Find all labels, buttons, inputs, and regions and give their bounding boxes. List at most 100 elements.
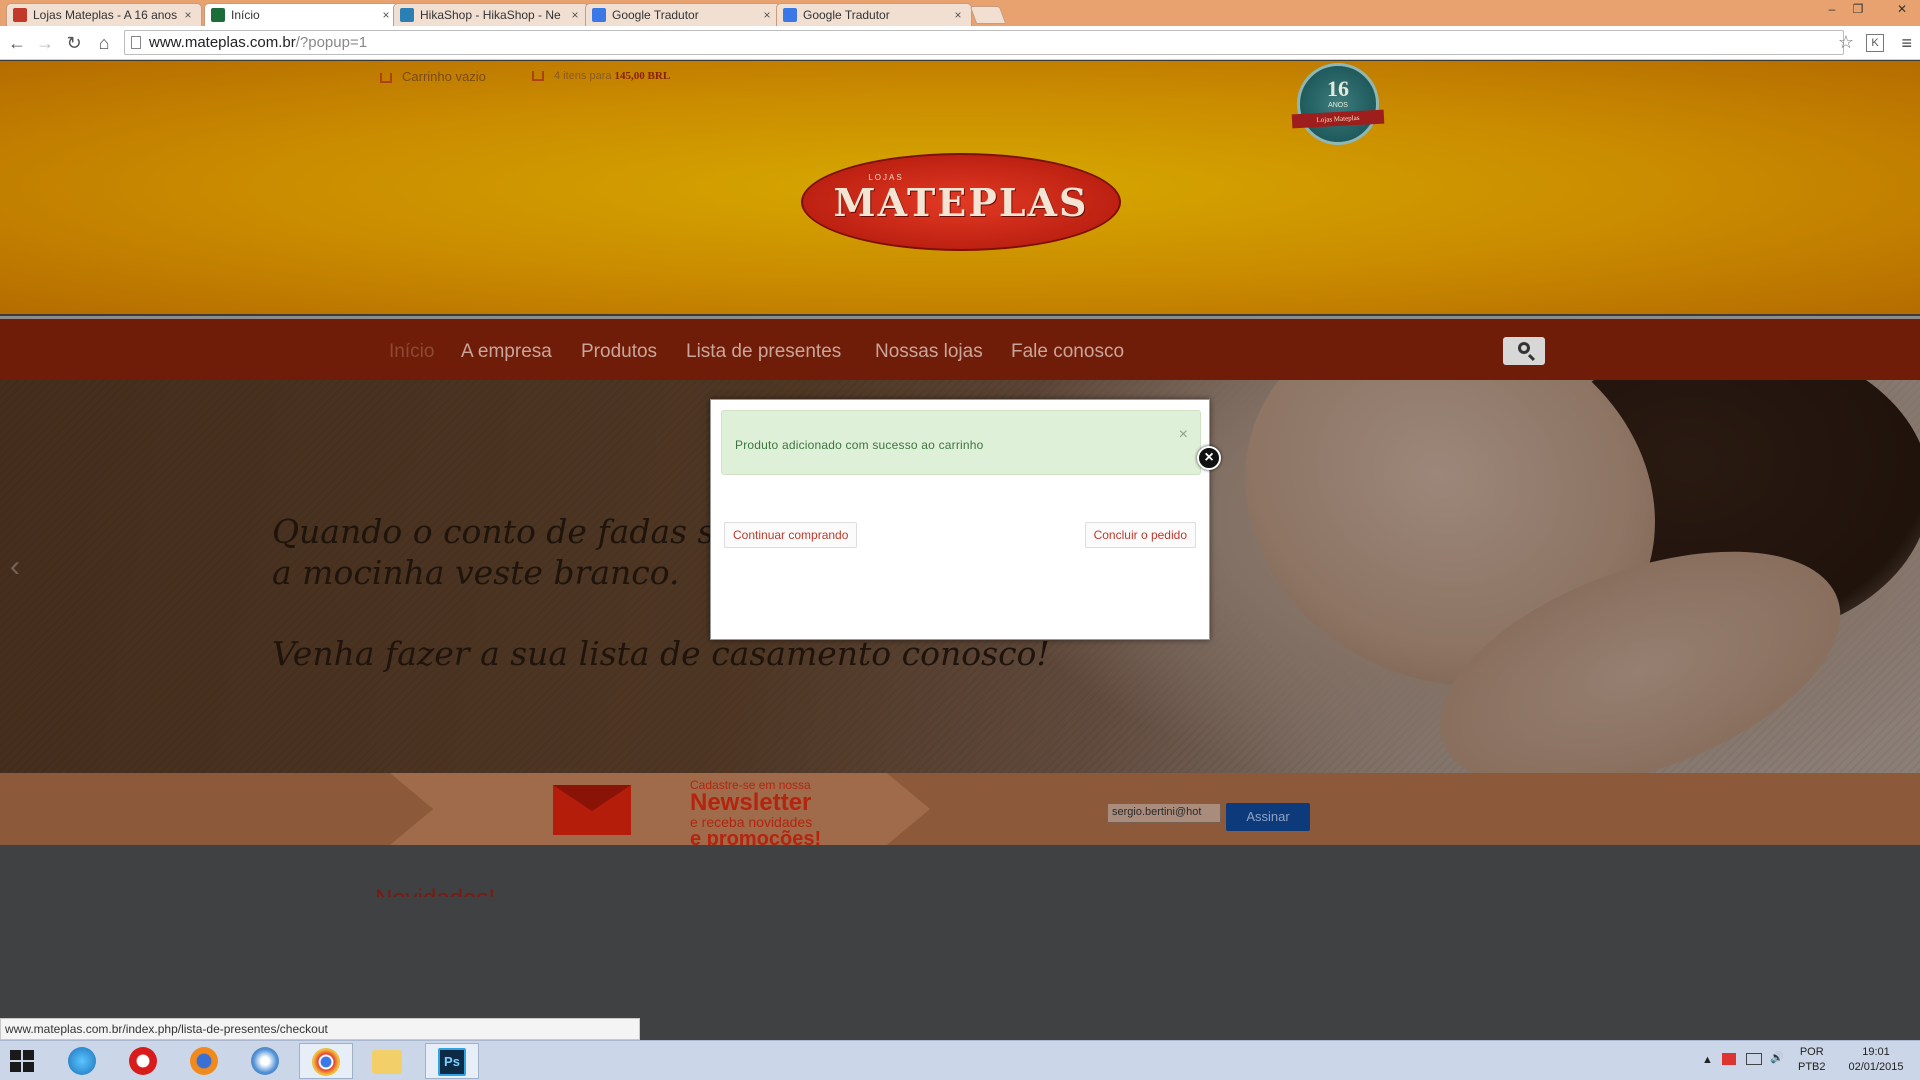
bookmark-star-icon[interactable]: ☆ — [1838, 32, 1854, 53]
clock-time: 19:01 — [1862, 1046, 1890, 1058]
popup-close-icon[interactable]: × — [1197, 446, 1221, 470]
tab-label: Lojas Mateplas - A 16 anos — [33, 8, 178, 22]
start-button[interactable] — [10, 1050, 36, 1074]
minimize-icon[interactable]: – — [1818, 2, 1846, 16]
photoshop-label: Ps — [438, 1048, 466, 1076]
cart-icon — [380, 72, 392, 83]
continue-shopping-button[interactable]: Continuar comprando — [724, 522, 858, 548]
chrome-icon[interactable] — [299, 1043, 353, 1079]
newsletter-submit-button[interactable]: Assinar — [1226, 803, 1310, 831]
cart-summary-price: 145,00 BRL — [614, 70, 671, 82]
tray-expand-icon[interactable]: ▲ — [1702, 1053, 1713, 1068]
site-favicon-icon — [211, 8, 225, 22]
tab-close-icon[interactable]: × — [379, 8, 393, 22]
clock[interactable]: 19:01 02/01/2015 — [1840, 1045, 1912, 1075]
main-nav: Início A empresa Produtos Lista de prese… — [0, 316, 1920, 380]
cart-empty-label: Carrinho vazio — [402, 69, 486, 84]
newsletter-line-3: e receba novidades — [690, 814, 813, 830]
safari-icon[interactable] — [238, 1043, 292, 1079]
hero-text-line-1: Quando o conto de fadas se to — [272, 512, 778, 551]
novidades-heading: Novidades! — [375, 885, 495, 897]
tab-close-icon[interactable]: × — [568, 8, 582, 22]
url-path: /?popup=1 — [295, 34, 368, 51]
address-bar[interactable]: www.mateplas.com.br/?popup=1 — [124, 30, 1844, 55]
browser-status-bar: www.mateplas.com.br/index.php/lista-de-p… — [0, 1018, 640, 1040]
page-icon — [131, 36, 141, 49]
tab-label: Google Tradutor — [803, 8, 890, 22]
extension-icon[interactable]: K — [1866, 34, 1884, 52]
seal-ribbon: Lojas Mateplas — [1291, 109, 1385, 129]
photoshop-icon[interactable]: Ps — [425, 1043, 479, 1079]
seal-sub: ANOS — [1328, 102, 1348, 109]
success-message: Produto adicionado com sucesso ao carrin… — [735, 438, 984, 452]
language-bottom: PTB2 — [1798, 1061, 1826, 1073]
firefox-icon[interactable] — [177, 1043, 231, 1079]
cart-summary-prefix: 4 itens para — [554, 70, 612, 82]
network-icon[interactable] — [1746, 1053, 1762, 1065]
tab-label: Google Tradutor — [612, 8, 699, 22]
slider-prev-icon[interactable]: ‹ — [10, 550, 20, 584]
browser-tab[interactable]: Lojas Mateplas - A 16 anos × — [6, 3, 202, 26]
search-button[interactable] — [1503, 337, 1545, 365]
browser-tab[interactable]: Google Tradutor × — [585, 3, 781, 26]
tab-close-icon[interactable]: × — [181, 8, 195, 22]
nav-item-inicio[interactable]: Início — [389, 341, 434, 363]
newsletter-email-input[interactable]: sergio.bertini@hot — [1107, 803, 1221, 823]
newsletter-text: Cadastre-se em nossa Newsletter e receba… — [690, 779, 821, 849]
envelope-icon — [553, 785, 631, 835]
novidades-section: Novidades! — [0, 845, 1920, 1040]
clock-date: 02/01/2015 — [1848, 1061, 1904, 1073]
browser-tab[interactable]: Google Tradutor × — [776, 3, 972, 26]
success-alert: Produto adicionado com sucesso ao carrin… — [721, 410, 1201, 475]
nav-item-produtos[interactable]: Produtos — [581, 341, 657, 363]
newsletter-line-2: Newsletter — [690, 789, 812, 816]
google-translate-favicon-icon — [592, 8, 606, 22]
cart-popup: Produto adicionado com sucesso ao carrin… — [710, 399, 1210, 640]
file-explorer-icon[interactable] — [360, 1043, 414, 1079]
internet-explorer-icon[interactable] — [55, 1043, 109, 1079]
logo-text: MATEPLAS — [833, 180, 1089, 225]
back-icon[interactable]: ← — [6, 32, 28, 54]
restore-icon[interactable]: ❐ — [1844, 2, 1872, 16]
tab-close-icon[interactable]: × — [951, 8, 965, 22]
opera-icon[interactable] — [116, 1043, 170, 1079]
action-center-flag-icon[interactable] — [1722, 1053, 1736, 1065]
volume-icon[interactable]: 🔊 — [1770, 1051, 1784, 1066]
cart-summary-link[interactable]: 4 itens para 145,00 BRL — [532, 70, 670, 82]
alert-dismiss-icon[interactable]: × — [1179, 426, 1188, 444]
reload-icon[interactable]: ↻ — [63, 32, 85, 54]
nav-item-lista-de-presentes[interactable]: Lista de presentes — [686, 341, 841, 363]
browser-toolbar: ← → ↻ ⌂ www.mateplas.com.br/?popup=1 ☆ K… — [0, 26, 1920, 60]
window-close-icon[interactable]: ✕ — [1888, 2, 1916, 16]
anniversary-seal: 16 ANOS Lojas Mateplas — [1291, 63, 1385, 145]
hikashop-favicon-icon — [400, 8, 414, 22]
forward-icon[interactable]: → — [34, 32, 56, 54]
tab-label: HikaShop - HikaShop - Ne — [420, 8, 561, 22]
newsletter-banner-shape — [390, 773, 930, 845]
tab-label: Início — [231, 8, 260, 22]
google-translate-favicon-icon — [783, 8, 797, 22]
site-logo[interactable]: LOJAS MATEPLAS — [801, 153, 1121, 251]
language-indicator[interactable]: POR PTB2 — [1798, 1045, 1826, 1075]
hero-text-line-2: a mocinha veste branco. — [272, 553, 680, 592]
cart-icon — [532, 71, 544, 82]
new-tab-button[interactable] — [969, 6, 1007, 24]
browser-menu-icon[interactable]: ≡ — [1901, 33, 1912, 54]
nav-item-a-empresa[interactable]: A empresa — [461, 341, 552, 363]
nav-item-nossas-lojas[interactable]: Nossas lojas — [875, 341, 983, 363]
search-icon — [1518, 342, 1530, 354]
tab-close-icon[interactable]: × — [760, 8, 774, 22]
browser-tab-bar: Lojas Mateplas - A 16 anos × Início × Hi… — [0, 0, 1920, 26]
language-top: POR — [1799, 1046, 1824, 1058]
seal-number: 16 — [1327, 76, 1349, 101]
url-host: www.mateplas.com.br — [149, 34, 296, 51]
browser-tab[interactable]: HikaShop - HikaShop - Ne × — [393, 3, 589, 26]
site-header: Carrinho vazio 4 itens para 145,00 BRL 1… — [0, 61, 1920, 314]
windows-taskbar: Ps ▲ 🔊 POR PTB2 19:01 02/01/2015 — [0, 1040, 1920, 1080]
cart-empty-link[interactable]: Carrinho vazio — [380, 69, 486, 84]
newsletter-section: Cadastre-se em nossa Newsletter e receba… — [0, 773, 1920, 849]
nav-item-fale-conosco[interactable]: Fale conosco — [1011, 341, 1124, 363]
browser-tab-active[interactable]: Início × — [204, 3, 400, 26]
checkout-button[interactable]: Concluir o pedido — [1084, 522, 1196, 548]
home-icon[interactable]: ⌂ — [93, 32, 115, 54]
